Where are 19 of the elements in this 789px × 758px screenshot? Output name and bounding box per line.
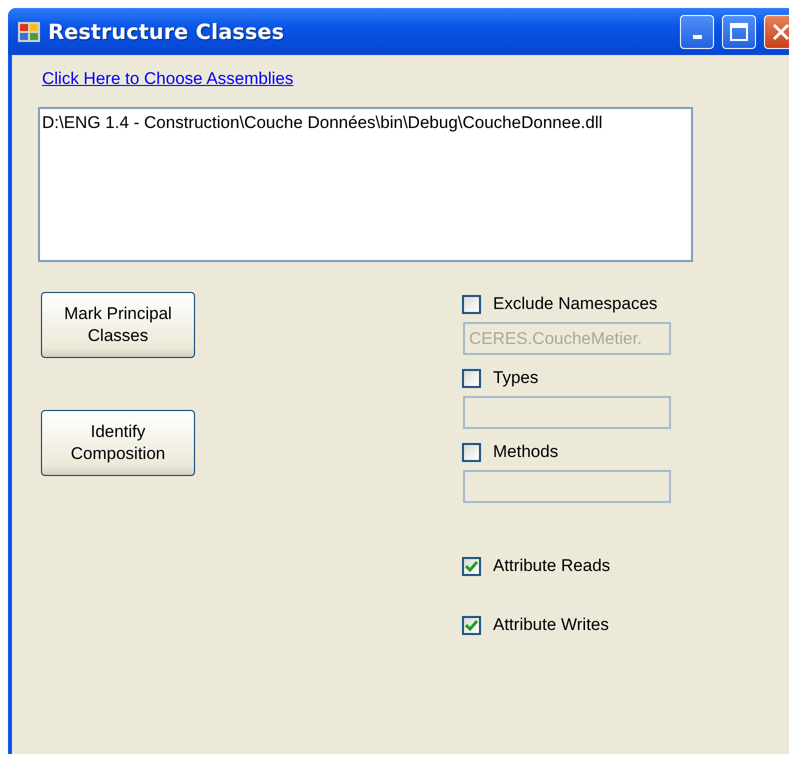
minimize-icon <box>692 34 702 38</box>
checkbox-label[interactable]: Attribute Writes <box>493 615 609 635</box>
minimize-button[interactable] <box>680 14 714 48</box>
checkbox-label[interactable]: Attribute Reads <box>493 556 610 576</box>
action-button[interactable]: Mark Principal Classes <box>41 292 195 358</box>
choose-assemblies-link[interactable]: Click Here to Choose Assemblies <box>42 69 294 89</box>
maximize-button[interactable] <box>722 14 756 48</box>
checkmark-icon <box>465 560 478 572</box>
window-title: Restructure Classes <box>48 20 286 44</box>
assembly-list[interactable]: D:\ENG 1.4 - Construction\Couche Données\bin\Debug\CoucheDonnee.dll <box>38 107 693 262</box>
checkbox[interactable] <box>462 616 481 634</box>
maximize-icon <box>729 22 749 42</box>
checkmark-icon <box>465 620 478 630</box>
action-button[interactable]: Identify Composition <box>41 410 195 476</box>
close-icon <box>771 22 789 42</box>
app-icon <box>18 22 40 42</box>
list-item[interactable]: D:\ENG 1.4 - Construction\Couche Données\bin\Debug\CoucheDonnee.dll <box>42 113 689 133</box>
close-button[interactable] <box>764 14 789 48</box>
checkbox[interactable] <box>462 556 481 576</box>
